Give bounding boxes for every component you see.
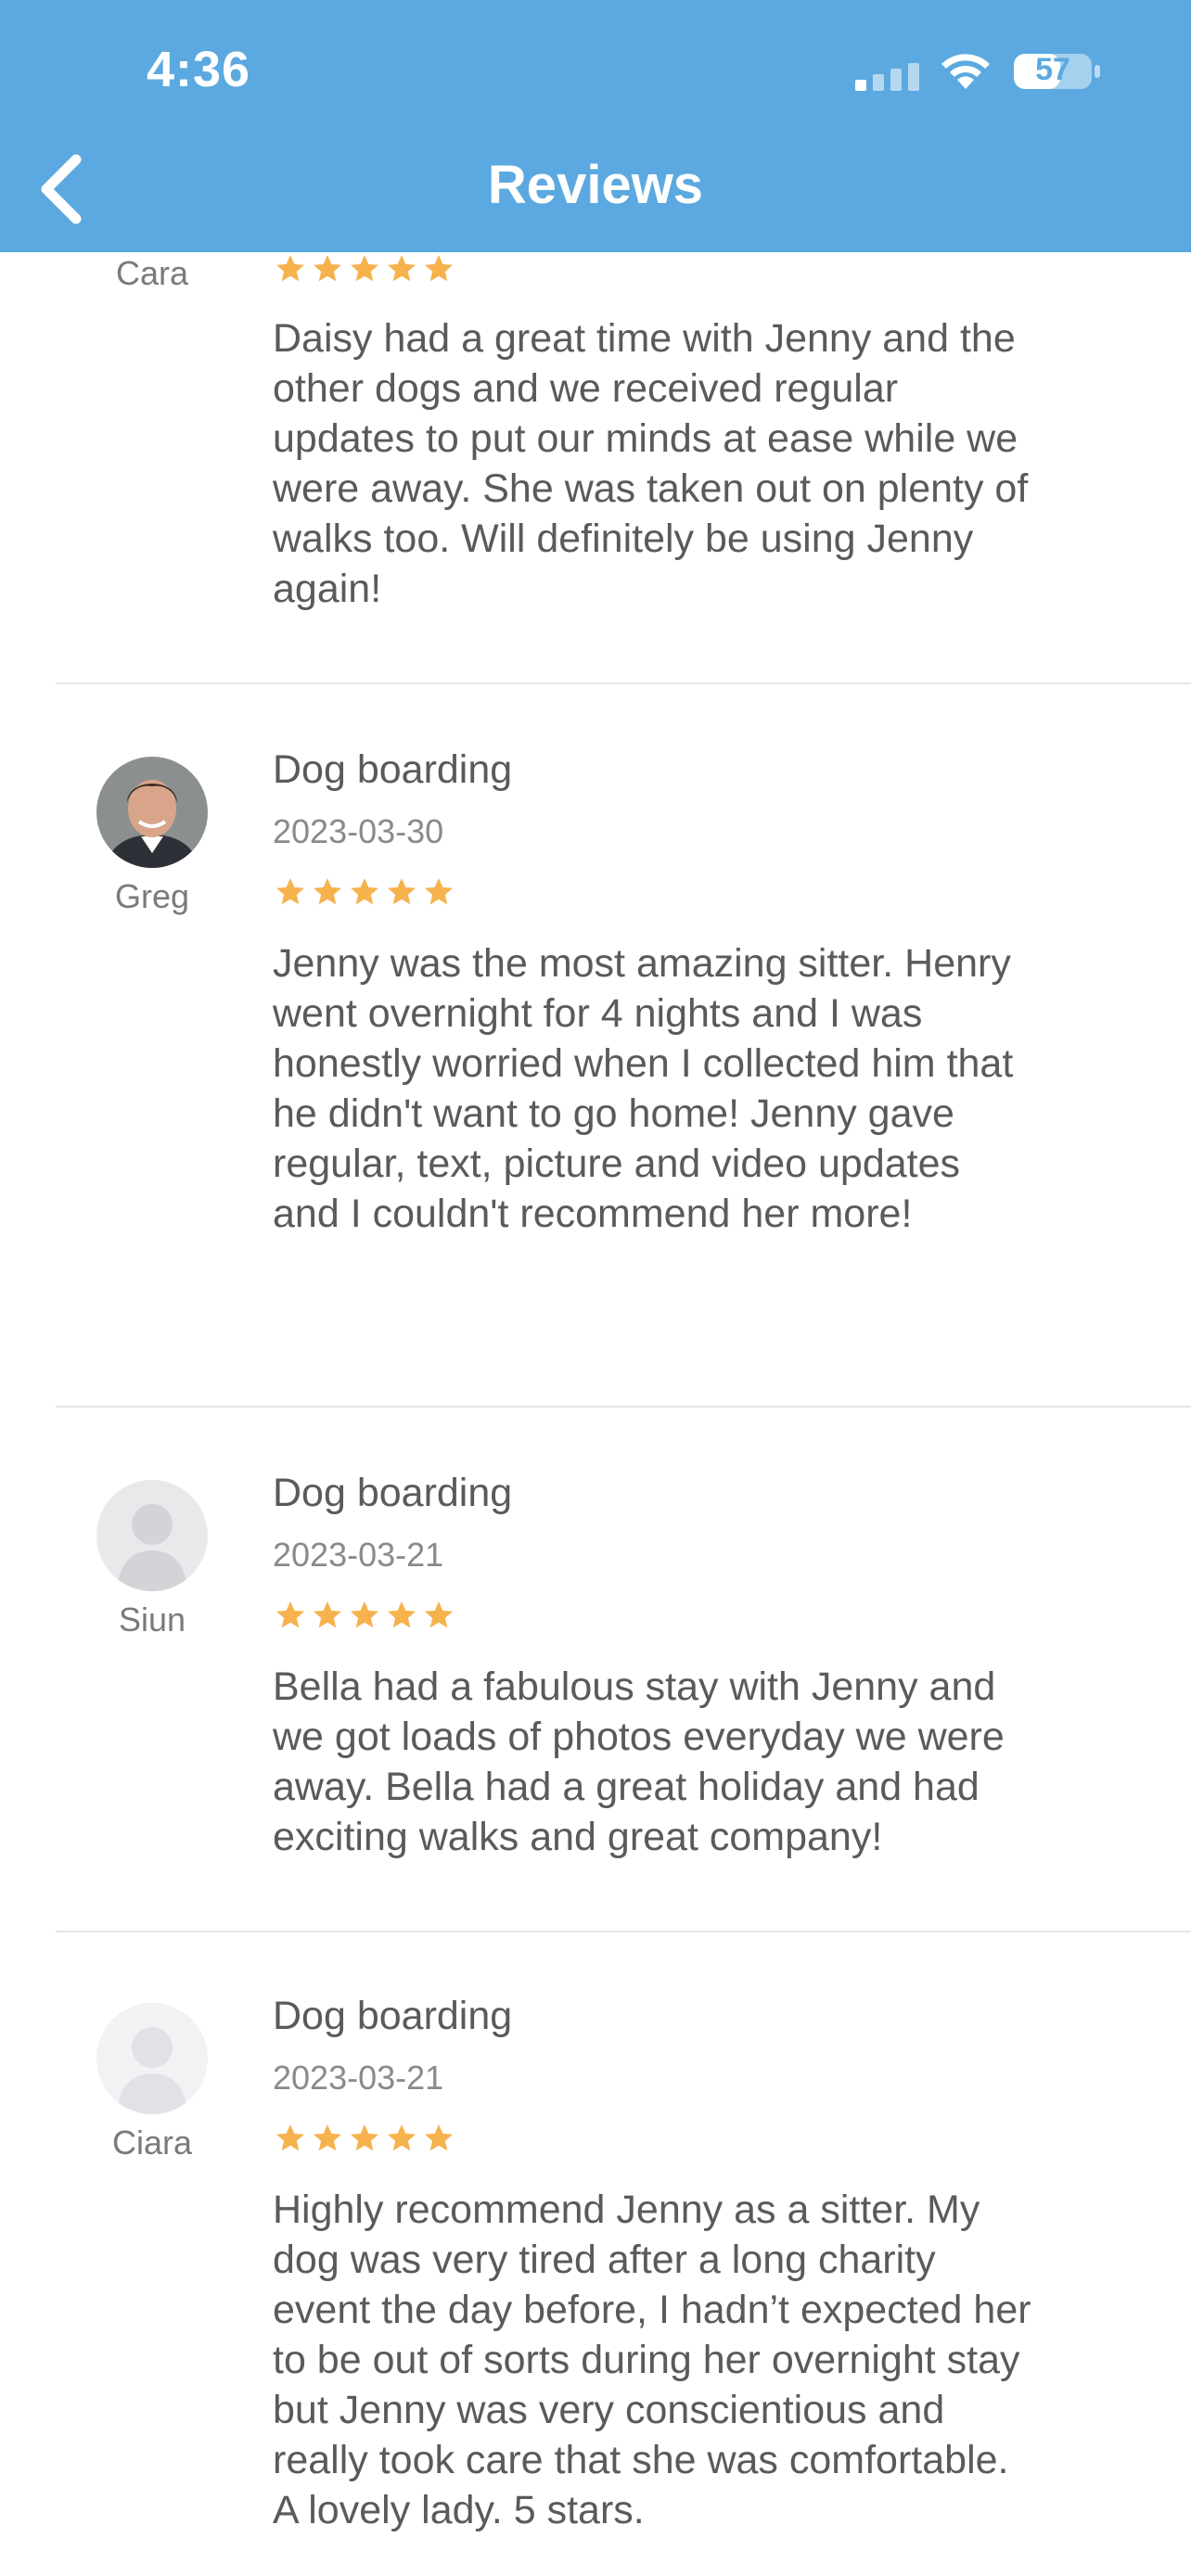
star-rating [273, 875, 456, 911]
star-icon [425, 255, 453, 282]
avatar[interactable] [96, 757, 208, 868]
cellular-signal-icon [855, 63, 919, 91]
review-text: Highly recommend Jenny as a sitter. My d… [273, 2187, 1031, 2532]
battery-indicator: 57 [1013, 50, 1102, 91]
default-avatar-icon [96, 1480, 208, 1591]
star-icon [425, 878, 453, 905]
review-text: Bella had a fabulous stay with Jenny and… [273, 1664, 1005, 1859]
avatar[interactable] [96, 2003, 208, 2114]
wifi-icon [941, 54, 990, 89]
star-rating [273, 2122, 456, 2157]
divider [56, 1931, 1191, 1932]
star-icon [351, 255, 378, 282]
service-type: Dog boarding [273, 747, 513, 792]
review-date: 2023-03-21 [273, 2059, 444, 2097]
avatar-photo [96, 757, 208, 868]
star-rating [273, 252, 456, 287]
star-icon [425, 1601, 453, 1628]
star-icon [276, 878, 304, 905]
star-icon [314, 878, 341, 905]
reviewer-name: Ciara [111, 2123, 193, 2162]
star-icon [388, 1601, 416, 1628]
star-icon [314, 255, 341, 282]
star-icon [388, 2124, 416, 2151]
review-text: Jenny was the most amazing sitter. Henry… [273, 941, 1014, 1236]
star-icon [351, 878, 378, 905]
service-type: Dog boarding [273, 1471, 513, 1515]
reviewer-name: Siun [118, 1600, 186, 1639]
star-icon [276, 1601, 304, 1628]
divider [56, 1406, 1191, 1408]
review-text: Daisy had a great time with Jenny and th… [273, 316, 1029, 611]
divider [56, 682, 1191, 684]
service-type: Dog boarding [273, 1994, 513, 2038]
review-date: 2023-03-21 [273, 1536, 444, 1574]
app-header: 4:36 57 Reviews [0, 0, 1191, 252]
reviewer-name: Cara [115, 254, 189, 292]
star-icon [388, 878, 416, 905]
star-icon [351, 2124, 378, 2151]
default-avatar-icon [96, 2003, 208, 2114]
star-icon [425, 2124, 453, 2151]
star-icon [388, 255, 416, 282]
reviewer-name: Greg [114, 877, 190, 915]
star-rating [273, 1599, 456, 1634]
avatar[interactable] [96, 1480, 208, 1591]
page-title: Reviews [487, 155, 704, 215]
star-icon [314, 2124, 341, 2151]
star-icon [276, 2124, 304, 2151]
review-date: 2023-03-30 [273, 812, 444, 850]
star-icon [314, 1601, 341, 1628]
star-icon [351, 1601, 378, 1628]
status-time: 4:36 [147, 42, 251, 97]
battery-level: 57 [1035, 52, 1070, 87]
star-icon [276, 255, 304, 282]
